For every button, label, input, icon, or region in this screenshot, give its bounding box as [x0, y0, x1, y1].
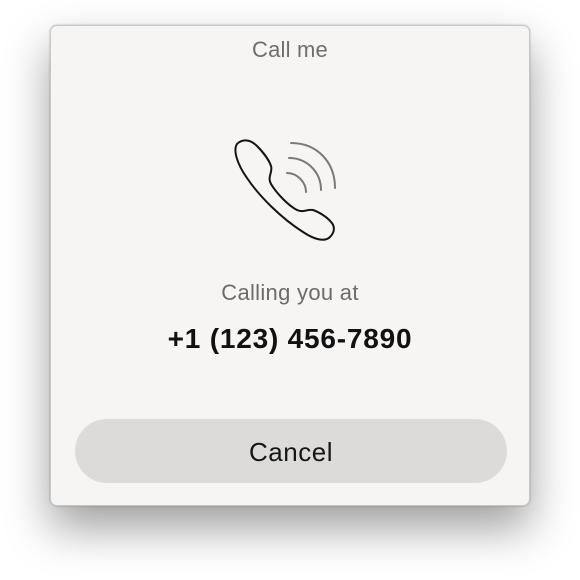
phone-calling-icon [234, 139, 336, 241]
cancel-button[interactable]: Cancel [75, 419, 507, 483]
dialog-title: Call me [252, 37, 328, 62]
phone-number: +1 (123) 456-7890 [167, 323, 413, 354]
call-me-dialog: Call me Calling you at +1 (123) 456-7890… [50, 25, 530, 506]
calling-label: Calling you at [221, 280, 359, 305]
